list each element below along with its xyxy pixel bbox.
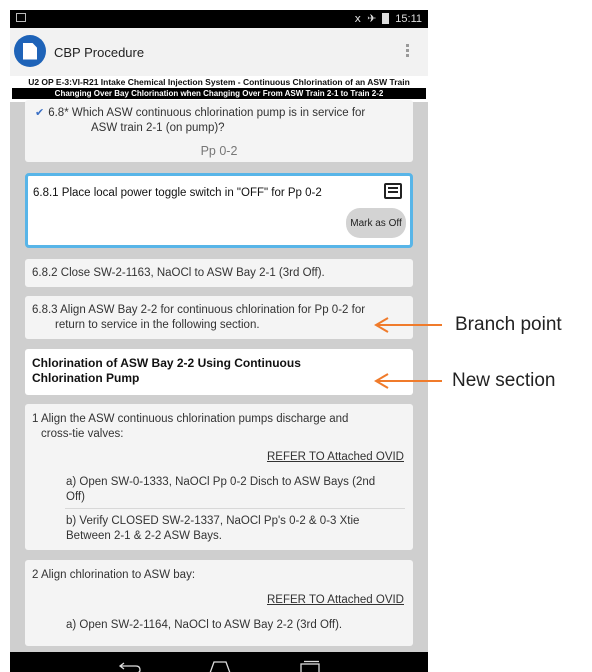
status-bar: ⅹ ✈ 15:11 <box>10 10 428 28</box>
branch-point-label: Branch point <box>455 314 562 335</box>
step-1a-text-cont: Off) <box>66 491 85 503</box>
section-header: Chlorination of ASW Bay 2-2 Using Contin… <box>25 349 413 395</box>
branch-point-arrow <box>374 317 442 333</box>
new-section-arrow <box>374 373 442 389</box>
section-title: Chlorination of ASW Bay 2-2 Using Contin… <box>32 356 301 370</box>
step-6-8-1-text: 6.8.1 Place local power toggle switch in… <box>33 187 322 199</box>
wifi-icon: ⅹ <box>354 13 362 25</box>
step-2a-text: a) Open SW-2-1164, NaOCl to ASW Bay 2-2 … <box>66 619 343 631</box>
mark-as-off-button[interactable]: Mark as Off <box>346 208 406 238</box>
screenshot-icon <box>16 13 26 22</box>
app-title: CBP Procedure <box>54 45 145 60</box>
clock: 15:11 <box>395 12 422 25</box>
divider <box>65 508 405 509</box>
step-2-card[interactable]: 2 Align chlorination to ASW bay: REFER T… <box>25 560 413 646</box>
overflow-menu-icon[interactable] <box>406 42 410 59</box>
step-6-8-3-text: 6.8.3 Align ASW Bay 2-2 for continuous c… <box>32 304 366 316</box>
procedure-title: U2 OP E-3:VI-R21 Intake Chemical Injecti… <box>28 77 410 87</box>
app-bar: CBP Procedure <box>10 28 428 77</box>
step-6-8-answer: Pp 0-2 <box>200 144 238 158</box>
airplane-icon: ✈ <box>367 13 377 25</box>
annotation-arrows <box>374 317 442 389</box>
step-6-8-question-cont: ASW train 2-1 (on pump)? <box>91 122 225 134</box>
status-icons: ⅹ ✈ 15:11 <box>354 12 422 26</box>
tablet-screen: ⅹ ✈ 15:11 CBP Procedure U2 OP E-3:VI-R21… <box>10 10 428 672</box>
section-title-cont: Chlorination Pump <box>32 371 140 385</box>
nav-bar <box>10 652 428 672</box>
step-6-8-2-card[interactable]: 6.8.2 Close SW-2-1163, NaOCl to ASW Bay … <box>25 259 413 287</box>
new-section-label: New section <box>452 370 556 391</box>
step-6-8-3-card[interactable]: 6.8.3 Align ASW Bay 2-2 for continuous c… <box>25 296 413 339</box>
step-6-8-1-card[interactable]: 6.8.1 Place local power toggle switch in… <box>25 173 413 248</box>
step-1a-text: a) Open SW-0-1333, NaOCl Pp 0-2 Disch to… <box>66 476 376 488</box>
step-1b-text: b) Verify CLOSED SW-2-1337, NaOCl Pp's 0… <box>66 515 360 527</box>
back-icon[interactable] <box>118 660 142 672</box>
step-6-8-3-text-cont: return to service in the following secti… <box>55 319 260 331</box>
check-icon: ✔ <box>35 107 45 119</box>
step-2-ovid-link[interactable]: REFER TO Attached OVID <box>267 594 404 606</box>
document-icon[interactable] <box>14 35 46 67</box>
step-1b-text-cont: Between 2-1 & 2-2 ASW Bays. <box>66 530 222 542</box>
step-1-card[interactable]: 1 Align the ASW continuous chlorination … <box>25 404 413 550</box>
procedure-banner: U2 OP E-3:VI-R21 Intake Chemical Injecti… <box>10 76 428 102</box>
step-1-text-cont: cross-tie valves: <box>41 428 124 440</box>
home-icon[interactable] <box>208 660 232 672</box>
recents-icon[interactable] <box>298 660 322 672</box>
note-icon[interactable] <box>384 183 402 199</box>
step-6-8-2-text: 6.8.2 Close SW-2-1163, NaOCl to ASW Bay … <box>32 267 325 279</box>
procedure-subtitle: Changing Over Bay Chlorination when Chan… <box>12 88 426 99</box>
battery-icon <box>382 13 390 24</box>
step-1-ovid-link[interactable]: REFER TO Attached OVID <box>267 451 404 463</box>
step-6-8-question: 6.8* Which ASW continuous chlorination p… <box>48 107 366 119</box>
step-2-text: 2 Align chlorination to ASW bay: <box>32 569 196 581</box>
step-1-text: 1 Align the ASW continuous chlorination … <box>32 413 349 425</box>
step-6-8-card[interactable]: ✔ 6.8* Which ASW continuous chlorination … <box>25 100 413 162</box>
